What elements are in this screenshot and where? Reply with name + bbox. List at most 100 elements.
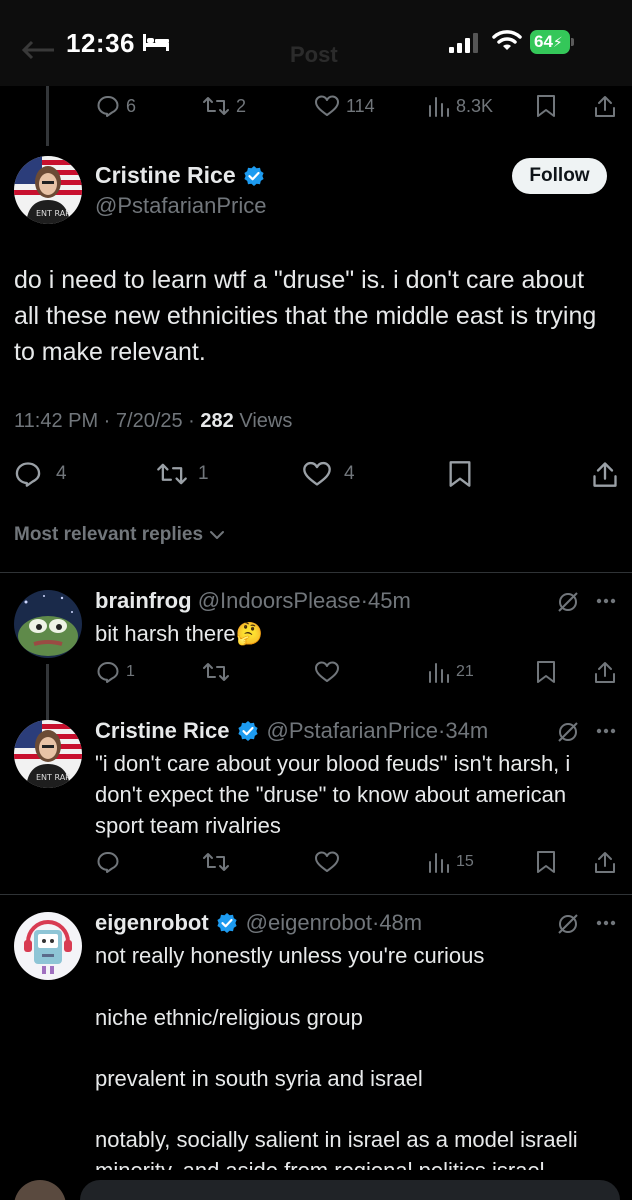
follow-button[interactable]: Follow	[512, 158, 607, 194]
reply-text-line: prevalent in south syria and israel	[95, 1066, 423, 1091]
verified-badge-icon	[244, 165, 264, 186]
repost-button[interactable]: 2	[202, 94, 246, 118]
grok-icon[interactable]	[556, 912, 580, 936]
more-options-icon[interactable]	[596, 598, 616, 604]
separator-dot: ·	[360, 588, 368, 613]
reply-count: 4	[56, 463, 67, 484]
reply-avatar[interactable]: ENT RAP	[14, 720, 82, 788]
reply-icon	[97, 662, 119, 683]
svg-text:ENT RAP: ENT RAP	[36, 209, 70, 218]
reply-author-handle[interactable]: @PstafarianPrice	[267, 718, 439, 744]
heart-icon	[315, 661, 339, 682]
repost-icon	[157, 463, 187, 485]
status-bar: Post 12:36 64⚡	[0, 0, 632, 86]
repost-button[interactable]: 1	[156, 460, 209, 488]
cellular-signal-icon	[449, 33, 478, 53]
reply-avatar[interactable]	[14, 912, 82, 980]
reply-button[interactable]: 4	[14, 460, 67, 488]
share-button[interactable]	[592, 460, 618, 488]
like-count: 4	[344, 463, 355, 484]
ghost-page-title: Post	[290, 42, 338, 67]
reply-author-handle[interactable]: @IndoorsPlease	[198, 588, 361, 613]
reply-button[interactable]: 6	[96, 94, 136, 118]
bookmark-button[interactable]	[536, 94, 556, 118]
views-button[interactable]: 8.3K	[428, 94, 493, 118]
bookmark-icon	[537, 95, 555, 117]
author-name[interactable]: Cristine Rice	[95, 162, 236, 189]
sleep-focus-icon	[143, 34, 169, 51]
repost-button[interactable]	[202, 850, 230, 874]
bookmark-icon	[537, 851, 555, 873]
replies-sort-label: Most relevant replies	[14, 524, 204, 545]
heart-icon	[303, 461, 331, 486]
share-button[interactable]	[594, 850, 616, 874]
reply-author-name[interactable]: eigenrobot	[95, 910, 209, 936]
analytics-icon	[429, 663, 449, 683]
like-button[interactable]: 114	[314, 94, 375, 118]
divider	[0, 572, 632, 573]
reply-icon	[97, 96, 119, 117]
reply-author-handle[interactable]: @eigenrobot	[246, 910, 372, 936]
bookmark-button[interactable]	[448, 460, 472, 488]
grok-icon[interactable]	[556, 720, 580, 744]
separator-dot: ·	[371, 910, 380, 935]
share-icon	[595, 96, 615, 117]
views-button[interactable]: 21	[428, 660, 474, 684]
bookmark-button[interactable]	[536, 660, 556, 684]
views-button[interactable]: 15	[428, 850, 474, 874]
verified-badge-icon	[237, 721, 258, 741]
more-options-icon[interactable]	[596, 728, 616, 734]
compose-avatar	[14, 1180, 66, 1200]
like-count: 114	[346, 95, 375, 116]
reply-time[interactable]: 48m	[379, 910, 422, 936]
wifi-icon	[492, 30, 522, 50]
more-options-icon[interactable]	[596, 920, 616, 926]
reply-author-name[interactable]: Cristine Rice	[95, 718, 230, 744]
share-icon	[595, 662, 615, 683]
tweet-meta: 11:42 PM · 7/20/25 · 282 Views	[14, 410, 292, 433]
analytics-icon	[429, 853, 449, 873]
reply-avatar[interactable]	[14, 590, 82, 658]
grok-icon[interactable]	[556, 590, 580, 614]
replies-sort-dropdown[interactable]: Most relevant replies	[14, 524, 225, 546]
reply-count: 6	[126, 95, 137, 116]
author-name-row: Cristine Rice	[95, 162, 265, 189]
author-avatar[interactable]: ENT RAP	[14, 156, 82, 224]
reply-button[interactable]: 1	[96, 660, 135, 684]
reply-time[interactable]: 34m	[445, 718, 488, 744]
share-button[interactable]	[594, 94, 616, 118]
tweet-timestamp[interactable]: 11:42 PM · 7/20/25 ·	[14, 410, 200, 432]
reply-compose-input[interactable]	[80, 1180, 620, 1200]
author-handle[interactable]: @PstafarianPrice	[95, 193, 267, 219]
like-button[interactable]: 4	[302, 460, 355, 488]
reply-author-name[interactable]: brainfrog	[95, 588, 192, 613]
tweet-text: do i need to learn wtf a "druse" is. i d…	[14, 266, 597, 366]
reply-button[interactable]	[96, 850, 120, 874]
bookmark-button[interactable]	[536, 850, 556, 874]
like-button[interactable]	[314, 850, 340, 874]
reply-text: "i don't care about your blood feuds" is…	[95, 751, 571, 838]
share-button[interactable]	[594, 660, 616, 684]
repost-icon	[203, 663, 229, 681]
repost-icon	[203, 853, 229, 871]
back-arrow-icon	[22, 40, 54, 60]
reply-text-line: niche ethnic/religious group	[95, 1005, 363, 1030]
reply-icon	[15, 462, 41, 487]
tweet-views-count: 282	[200, 410, 234, 432]
reply-time[interactable]: 45m	[368, 588, 411, 613]
tweet-views-label: Views	[233, 410, 293, 432]
views-count: 21	[456, 663, 474, 680]
repost-icon	[203, 97, 229, 115]
share-icon	[593, 462, 617, 487]
reply-text-line: notably, socially salient in israel as a…	[95, 1127, 578, 1170]
heart-icon	[315, 851, 339, 872]
repost-count: 1	[198, 463, 209, 484]
status-time: 12:36	[66, 28, 135, 58]
repost-count: 2	[236, 95, 247, 116]
like-button[interactable]	[314, 660, 340, 684]
reply-header: Cristine Rice @PstafarianPrice · 34m	[95, 718, 488, 744]
analytics-icon	[429, 97, 449, 117]
bookmark-icon	[449, 461, 471, 487]
repost-button[interactable]	[202, 660, 230, 684]
reply-icon	[97, 852, 119, 873]
